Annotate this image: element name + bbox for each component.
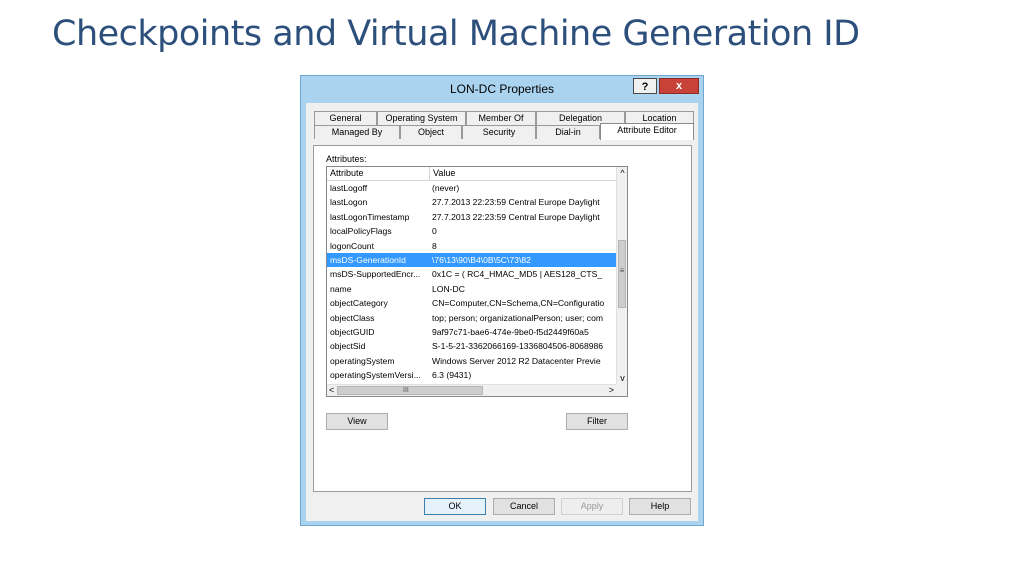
- attribute-name: objectSid: [330, 341, 366, 352]
- close-button[interactable]: x: [659, 78, 699, 94]
- view-button[interactable]: View: [326, 413, 388, 430]
- attribute-name: msDS-SupportedEncr...: [330, 269, 421, 280]
- tab-security[interactable]: Security: [462, 125, 536, 139]
- table-row[interactable]: localPolicyFlags 0: [327, 224, 617, 238]
- slide-title: Checkpoints and Virtual Machine Generati…: [52, 14, 860, 54]
- table-row[interactable]: operatingSystemVersi... 6.3 (9431): [327, 368, 617, 382]
- scroll-down-icon[interactable]: v: [617, 373, 627, 383]
- cancel-button[interactable]: Cancel: [493, 498, 555, 515]
- attribute-value: top; person; organizationalPerson; user;…: [432, 312, 604, 323]
- scrollbar-corner: [616, 384, 627, 396]
- table-row[interactable]: lastLogon 27.7.2013 22:23:59 Central Euro…: [327, 195, 617, 209]
- filter-button[interactable]: Filter: [566, 413, 628, 430]
- attribute-name: localPolicyFlags: [330, 226, 392, 237]
- scroll-up-icon[interactable]: ^: [617, 168, 627, 178]
- vertical-scrollbar[interactable]: ^ ≡ v: [616, 167, 627, 384]
- attributes-list[interactable]: Attribute Value lastLogoff (never) lastLo…: [326, 166, 628, 397]
- tab-operating-system[interactable]: Operating System: [377, 111, 466, 125]
- table-row[interactable]: objectCategory CN=Computer,CN=Schema,CN=C…: [327, 296, 617, 310]
- attribute-name: name: [330, 283, 352, 294]
- attribute-value: 0x1C = ( RC4_HMAC_MD5 | AES128_CTS_: [432, 269, 603, 280]
- attribute-name: lastLogoff: [330, 183, 368, 193]
- attribute-value: \76\13\90\B4\0B\5C\73\82: [432, 254, 531, 265]
- tab-dial-in[interactable]: Dial-in: [536, 125, 600, 139]
- tab-object[interactable]: Object: [400, 125, 462, 139]
- attribute-value: 27.7.2013 22:23:59 Central Europe Daylig…: [432, 211, 600, 222]
- table-row[interactable]: logonCount 8: [327, 239, 617, 253]
- ok-button[interactable]: OK: [424, 498, 486, 515]
- table-row[interactable]: objectSid S-1-5-21-3362066169-1336804506-…: [327, 339, 617, 353]
- attribute-name: objectGUID: [330, 326, 375, 337]
- attribute-rows: lastLogoff (never) lastLogon 27.7.2013 22:…: [327, 181, 617, 382]
- attribute-value: 8: [432, 240, 437, 251]
- tab-general[interactable]: General: [314, 111, 377, 125]
- help-button[interactable]: Help: [629, 498, 691, 515]
- table-row[interactable]: operatingSystem Windows Server 2012 R2 Da…: [327, 354, 617, 368]
- attribute-name: lastLogonTimestamp: [330, 211, 410, 222]
- attribute-name: msDS-GenerationId: [330, 254, 406, 265]
- attribute-name: lastLogon: [330, 197, 368, 208]
- attribute-editor-panel: Attributes: Attribute Value lastLogoff (n…: [313, 145, 692, 492]
- attribute-value: LON-DC: [432, 283, 465, 294]
- attribute-value: 6.3 (9431): [432, 370, 472, 381]
- table-row-selected[interactable]: msDS-GenerationId \76\13\90\B4\0B\5C\73\8…: [327, 252, 617, 268]
- horizontal-scrollbar[interactable]: < III >: [327, 384, 617, 396]
- attribute-name: objectClass: [330, 312, 375, 323]
- close-icon: x: [675, 80, 683, 92]
- table-row[interactable]: objectClass top; person; organizationalPe…: [327, 311, 617, 325]
- table-row[interactable]: lastLogonTimestamp 27.7.2013 22:23:59 Cen…: [327, 210, 617, 224]
- horizontal-scroll-thumb[interactable]: [337, 386, 483, 395]
- list-header: Attribute Value: [327, 167, 617, 181]
- scroll-left-icon[interactable]: <: [329, 385, 334, 396]
- title-bar[interactable]: LON-DC Properties ? x: [301, 76, 703, 103]
- scroll-grip-icon: ≡: [619, 266, 625, 275]
- table-row[interactable]: objectGUID 9af97c71-bae6-474e-9be0-f5d244…: [327, 325, 617, 339]
- scroll-grip-icon: III: [403, 387, 409, 394]
- attribute-value: 0: [432, 226, 437, 237]
- table-row[interactable]: msDS-SupportedEncr... 0x1C = ( RC4_HMAC_M…: [327, 267, 617, 281]
- column-header-value[interactable]: Value: [429, 167, 617, 180]
- help-title-button[interactable]: ?: [633, 78, 657, 94]
- attribute-value: Windows Server 2012 R2 Datacenter Previe: [432, 355, 601, 366]
- tab-managed-by[interactable]: Managed By: [314, 125, 400, 139]
- attribute-value: 27.7.2013 22:23:59 Central Europe Daylig…: [432, 197, 600, 208]
- tab-member-of[interactable]: Member Of: [466, 111, 536, 125]
- attribute-value: 9af97c71-bae6-474e-9be0-f5d2449f60a5: [432, 326, 589, 337]
- column-header-attribute[interactable]: Attribute: [327, 167, 429, 180]
- apply-button[interactable]: Apply: [561, 498, 623, 515]
- attributes-label: Attributes:: [326, 154, 367, 164]
- attribute-name: logonCount: [330, 240, 374, 251]
- attribute-name: operatingSystem: [330, 355, 395, 366]
- properties-dialog: LON-DC Properties ? x General Operating …: [300, 75, 704, 526]
- scroll-right-icon[interactable]: >: [609, 385, 614, 396]
- attribute-value: CN=Computer,CN=Schema,CN=Configuratio: [432, 298, 605, 309]
- table-row[interactable]: name LON-DC: [327, 282, 617, 296]
- attribute-value: S-1-5-21-3362066169-1336804506-8068986: [432, 341, 604, 352]
- attribute-value: (never): [432, 183, 460, 193]
- attribute-name: objectCategory: [330, 298, 388, 309]
- attribute-name: operatingSystemVersi...: [330, 370, 421, 381]
- tab-attribute-editor[interactable]: Attribute Editor: [600, 123, 694, 140]
- table-row[interactable]: lastLogoff (never): [327, 181, 617, 195]
- tab-row-2: Managed By Object Security Dial-in Attri…: [314, 123, 694, 140]
- dialog-client-area: General Operating System Member Of Deleg…: [306, 103, 698, 521]
